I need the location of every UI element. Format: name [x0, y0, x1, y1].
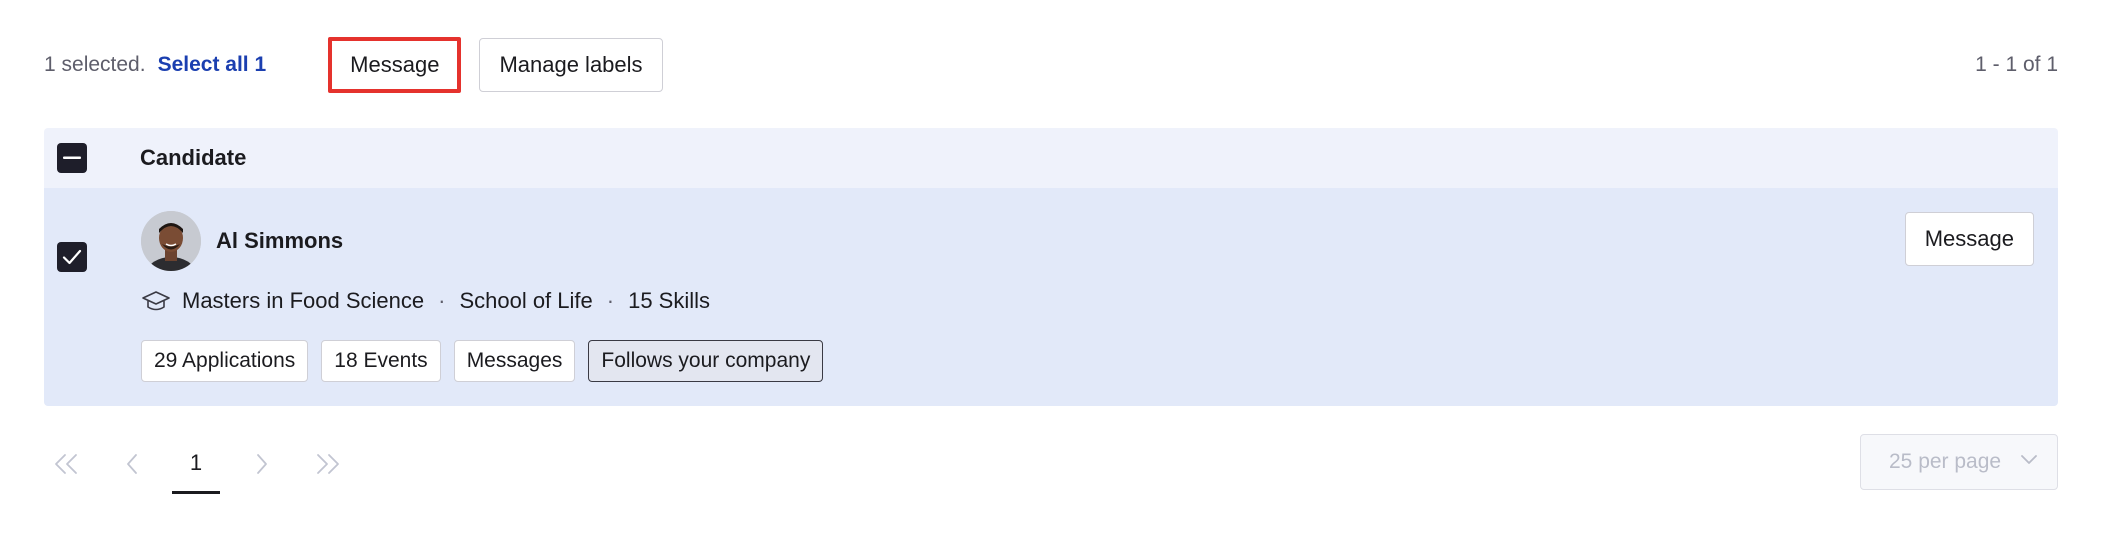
school-text: School of Life: [459, 288, 593, 313]
candidate-chips: 29 Applications 18 Events Messages Follo…: [141, 340, 824, 382]
chevron-left-icon: [127, 454, 137, 474]
last-page-button[interactable]: [312, 448, 344, 480]
chevron-down-icon: [2021, 455, 2037, 464]
events-chip[interactable]: 18 Events: [321, 340, 441, 382]
page-number-current[interactable]: 1: [172, 434, 220, 494]
candidates-table: Candidate Al Simmons Message Masters in …: [44, 128, 2058, 406]
avatar[interactable]: [141, 211, 201, 271]
checkbox-checked-icon: [62, 249, 82, 265]
select-all-checkbox[interactable]: [57, 143, 87, 173]
per-page-value: 25 per page: [1889, 450, 2002, 473]
chevron-right-icon: [257, 454, 267, 474]
previous-page-button[interactable]: [116, 448, 148, 480]
bulk-action-toolbar: 1 selected. Select all 1 Message Manage …: [44, 37, 2058, 93]
first-page-button[interactable]: [50, 448, 82, 480]
candidate-name[interactable]: Al Simmons: [216, 228, 343, 254]
graduation-cap-icon: [142, 291, 170, 311]
column-header-candidate: Candidate: [140, 145, 247, 170]
pagination: 1: [44, 434, 344, 494]
bulk-message-button[interactable]: Message: [328, 37, 462, 93]
skills-text: 15 Skills: [628, 288, 710, 313]
candidates-page: 1 selected. Select all 1 Message Manage …: [0, 0, 2102, 552]
degree-text: Masters in Food Science: [182, 288, 425, 313]
row-message-button[interactable]: Message: [1904, 212, 2034, 266]
checkbox-indeterminate-icon: [63, 156, 81, 159]
double-chevron-right-icon: [317, 454, 339, 474]
next-page-button[interactable]: [246, 448, 278, 480]
row-checkbox[interactable]: [57, 242, 87, 272]
selected-count: 1 selected.: [44, 53, 146, 76]
separator-dot: ·: [438, 288, 446, 313]
double-chevron-left-icon: [55, 454, 77, 474]
applications-chip[interactable]: 29 Applications: [141, 340, 309, 382]
manage-labels-button[interactable]: Manage labels: [479, 38, 663, 92]
per-page-select[interactable]: 25 per page: [1860, 434, 2058, 490]
select-all-link[interactable]: Select all 1: [158, 53, 267, 77]
table-row[interactable]: Al Simmons Message Masters in Food Scien…: [44, 188, 2058, 406]
table-header: Candidate: [44, 128, 2058, 188]
candidate-education: Masters in Food Science · School of Life…: [141, 288, 710, 314]
separator-dot: ·: [606, 288, 615, 313]
messages-chip[interactable]: Messages: [453, 340, 576, 382]
follows-company-chip[interactable]: Follows your company: [588, 340, 824, 382]
results-range: 1 - 1 of 1: [1975, 53, 2058, 76]
